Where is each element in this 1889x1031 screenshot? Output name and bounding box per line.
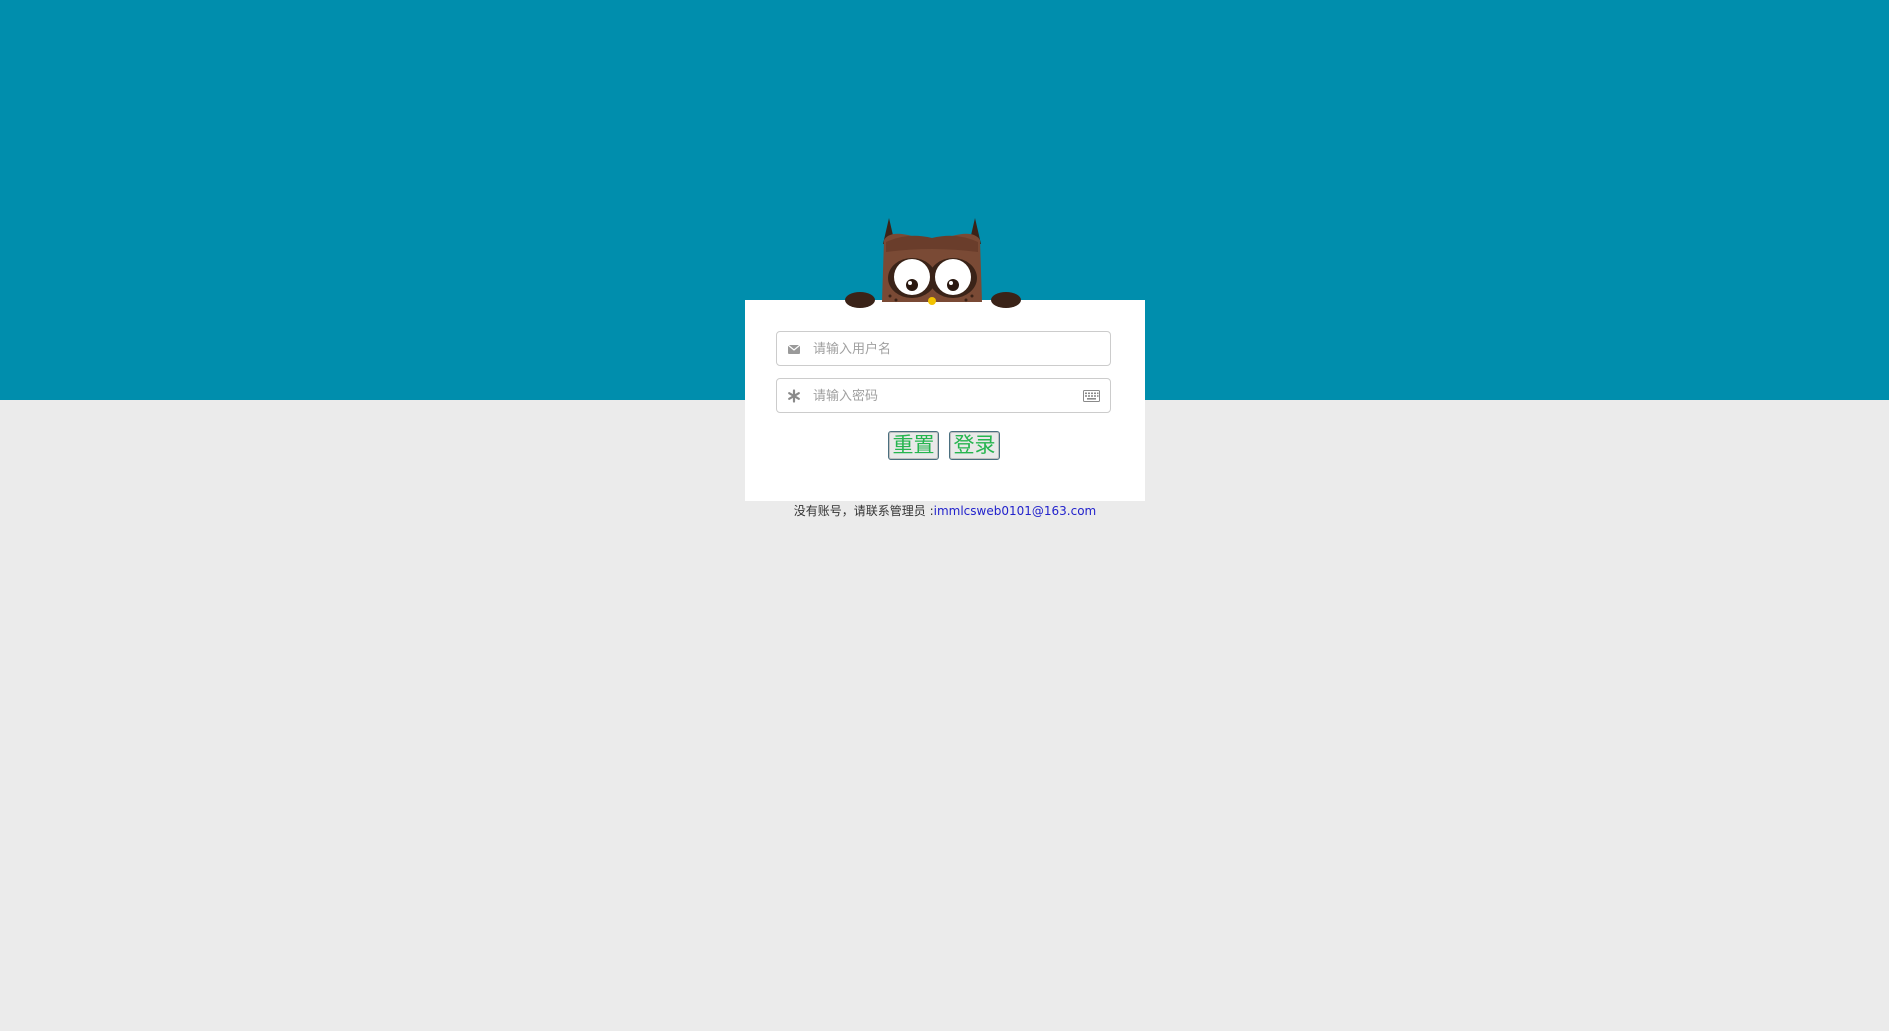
password-field[interactable] <box>776 378 1111 413</box>
password-input[interactable] <box>813 384 1063 408</box>
contact-admin-note: 没有账号，请联系管理员 :immlcsweb0101@163.com <box>745 501 1145 521</box>
username-field[interactable] <box>776 331 1111 366</box>
asterisk-icon <box>788 389 800 403</box>
contact-admin-text: 没有账号，请联系管理员 : <box>793 504 934 518</box>
admin-email-link[interactable]: immlcsweb0101@163.com <box>934 504 1097 518</box>
login-button[interactable]: 登录 <box>949 431 1000 460</box>
owl-mascot-icon <box>845 218 1021 308</box>
keyboard-icon[interactable] <box>1083 390 1100 402</box>
envelope-icon <box>787 344 801 354</box>
username-input[interactable] <box>813 337 1063 361</box>
login-card: 重置 登录 <box>745 300 1145 501</box>
reset-button[interactable]: 重置 <box>888 431 939 460</box>
